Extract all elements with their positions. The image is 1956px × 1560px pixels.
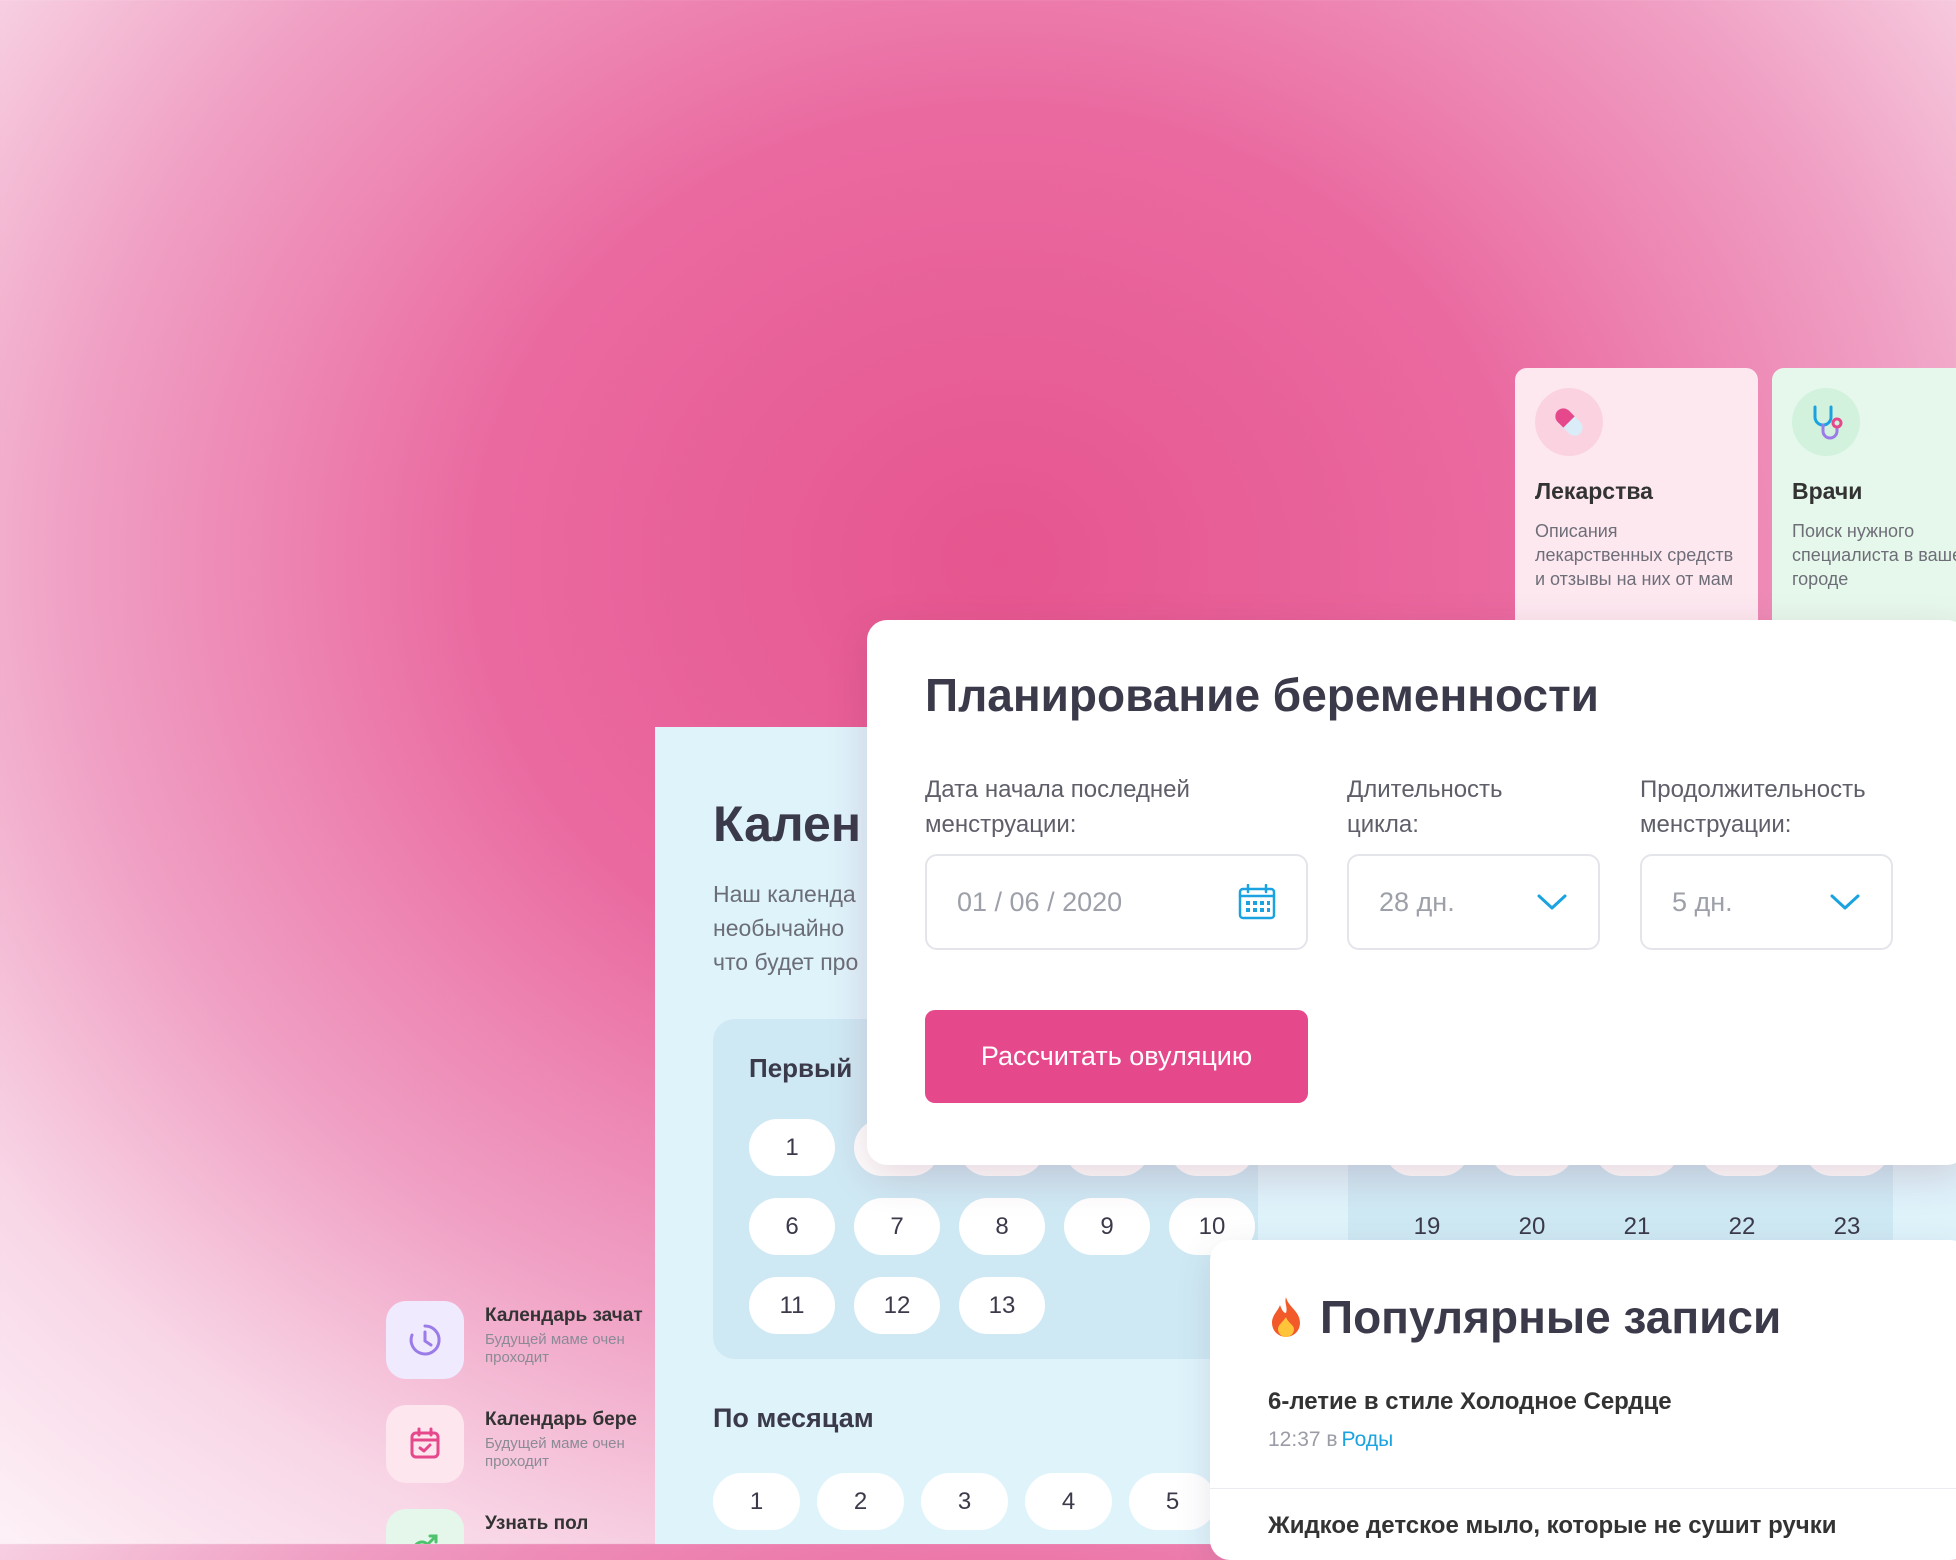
calendar-icon[interactable] — [1238, 884, 1276, 920]
tool-item-gender[interactable]: Узнать пол — [386, 1509, 686, 1544]
service-icon-bg — [1792, 388, 1860, 456]
post-divider — [1210, 1488, 1956, 1489]
day-pill[interactable]: 11 — [749, 1277, 835, 1334]
popular-posts-card: Популярные записи 6-летие в стиле Холодн… — [1210, 1240, 1956, 1560]
day-row: 6 7 8 9 10 — [749, 1198, 1255, 1255]
service-title: Лекарства — [1535, 478, 1653, 504]
pregnancy-planning-card: Планирование беременности Дата начала по… — [867, 620, 1956, 1165]
calendar-title: Кален — [713, 796, 862, 852]
service-desc: Описания лекарственных средств и отзывы … — [1535, 521, 1734, 589]
day-pill[interactable]: 1 — [749, 1119, 835, 1176]
pill-icon — [1555, 408, 1583, 436]
cycle-length-select[interactable]: 28 дн. — [1347, 854, 1600, 950]
month-pill[interactable]: 3 — [921, 1473, 1008, 1530]
period-duration-select[interactable]: 5 дн. — [1640, 854, 1893, 950]
day-pill[interactable]: 7 — [854, 1198, 940, 1255]
planning-title: Планирование беременности — [925, 669, 1599, 721]
tool-title: Узнать пол — [485, 1513, 589, 1534]
day-pill[interactable]: 12 — [854, 1277, 940, 1334]
tool-subtitle: Будущей маме очен проходит — [485, 1331, 625, 1366]
month-pill[interactable]: 2 — [817, 1473, 904, 1530]
calculate-ovulation-button[interactable]: Рассчитать овуляцию — [925, 1010, 1308, 1103]
post-time: 12:37 в — [1268, 1428, 1338, 1451]
post-meta: 12:37 в Роды — [1268, 1428, 1672, 1452]
post-title[interactable]: 6-летие в стиле Холодное Сердце — [1268, 1388, 1672, 1416]
day-pill[interactable]: 9 — [1064, 1198, 1150, 1255]
gender-icon — [414, 1534, 438, 1544]
period-duration-value: 5 дн. — [1672, 886, 1733, 917]
tool-title: Календарь бере — [485, 1409, 637, 1430]
cycle-length-label: Длительность цикла: — [1347, 776, 1503, 838]
tool-title: Календарь зачат — [485, 1305, 643, 1326]
date-value: 01 / 06 / 2020 — [957, 886, 1123, 917]
stethoscope-icon — [1813, 405, 1843, 440]
month-pill[interactable]: 5 — [1129, 1473, 1216, 1530]
last-period-date-input[interactable]: 01 / 06 / 2020 — [925, 854, 1308, 950]
service-title: Врачи — [1792, 478, 1863, 504]
day-pill[interactable]: 6 — [749, 1198, 835, 1255]
period-duration-label: Продолжительность менструации: — [1640, 776, 1866, 838]
tool-subtitle: Будущей маме очен проходит — [485, 1435, 625, 1470]
post-category-link[interactable]: Роды — [1342, 1428, 1394, 1451]
post-item[interactable]: Жидкое детское мыло, которые не сушит ру… — [1268, 1512, 1836, 1540]
month-row: 1 2 3 4 5 — [713, 1473, 1216, 1530]
tool-icon-bg — [386, 1509, 464, 1544]
cycle-length-value: 28 дн. — [1379, 886, 1455, 917]
last-period-date-label: Дата начала последней менструации: — [925, 776, 1190, 838]
chevron-down-icon — [1830, 894, 1860, 910]
day-row: 11 12 13 — [749, 1277, 1045, 1334]
service-icon-bg — [1535, 388, 1603, 456]
tool-icon-bg — [386, 1301, 464, 1379]
month-pill[interactable]: 1 — [713, 1473, 800, 1530]
calendar-check-icon — [410, 1427, 440, 1459]
popular-title: Популярные записи — [1320, 1291, 1782, 1343]
tool-item-conception-calendar[interactable]: Календарь зачат Будущей маме очен проход… — [386, 1301, 686, 1381]
fire-icon — [1272, 1297, 1300, 1337]
day-pill[interactable]: 8 — [959, 1198, 1045, 1255]
month-pill[interactable]: 4 — [1025, 1473, 1112, 1530]
popular-title-row: Популярные записи — [1268, 1290, 1781, 1344]
tool-icon-bg — [386, 1405, 464, 1483]
clock-icon — [409, 1324, 441, 1356]
post-item[interactable]: 6-летие в стиле Холодное Сердце 12:37 вР… — [1268, 1388, 1672, 1452]
post-title[interactable]: Жидкое детское мыло, которые не сушит ру… — [1268, 1512, 1836, 1540]
day-pill[interactable]: 13 — [959, 1277, 1045, 1334]
first-day-label: Первый — [749, 1053, 853, 1083]
months-title: По месяцам — [713, 1403, 874, 1433]
chevron-down-icon — [1537, 894, 1567, 910]
tool-item-pregnancy-calendar[interactable]: Календарь бере Будущей маме очен проходи… — [386, 1405, 686, 1485]
service-desc: Поиск нужного специалиста в вашем городе — [1792, 521, 1956, 589]
